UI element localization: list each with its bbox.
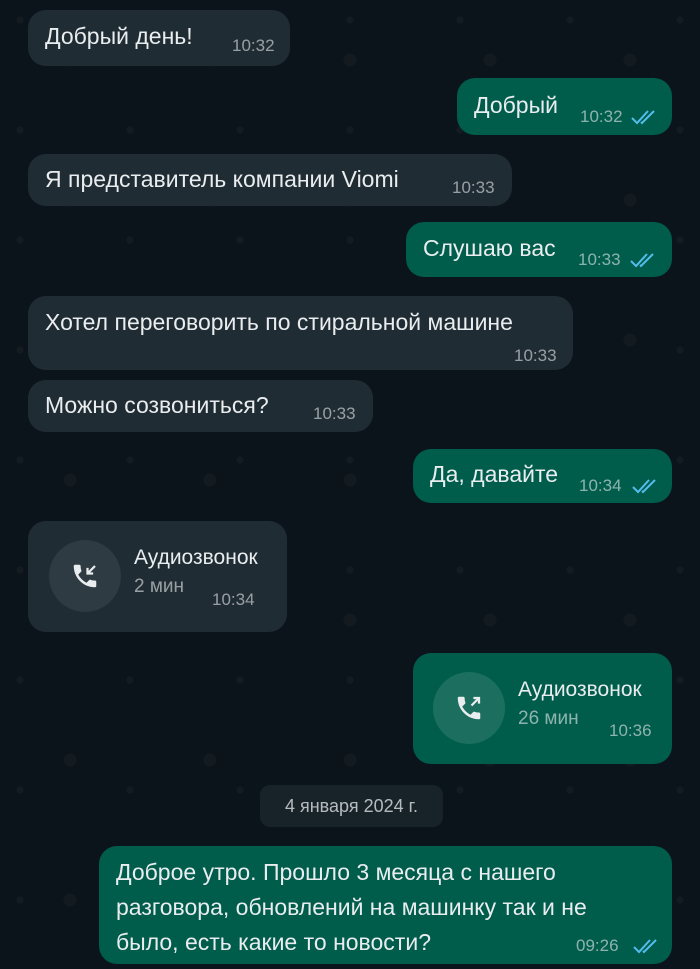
- call-title: Аудиозвонок: [518, 678, 642, 701]
- message-text: Доброе утро. Прошло 3 месяца с нашего ра…: [116, 859, 587, 955]
- message-time: 10:34: [579, 476, 622, 495]
- outgoing-call-icon: [457, 696, 481, 720]
- read-ticks-icon: [632, 479, 656, 494]
- date-separator: 4 января 2024 г.: [260, 785, 443, 827]
- incoming-call-icon: [73, 564, 97, 588]
- call-time: 10:34: [212, 590, 255, 609]
- call-icon-circle: [433, 672, 505, 744]
- message-bubble-incoming[interactable]: Добрый день! 10:32: [28, 10, 290, 66]
- message-text: Добрый: [474, 92, 558, 118]
- message-bubble-outgoing[interactable]: Доброе утро. Прошло 3 месяца с нашего ра…: [99, 846, 672, 964]
- message-text: Слушаю вас: [423, 235, 556, 261]
- read-ticks-icon: [633, 939, 657, 954]
- call-duration: 2 мин: [134, 576, 185, 597]
- message-time: 10:33: [313, 404, 356, 423]
- read-ticks-icon: [631, 110, 655, 125]
- message-time: 10:33: [514, 346, 557, 365]
- message-bubble-outgoing[interactable]: Слушаю вас 10:33: [406, 222, 672, 277]
- call-icon-circle: [49, 540, 121, 612]
- message-text: Я представитель компании Viomi: [45, 166, 399, 192]
- message-bubble-outgoing[interactable]: Добрый 10:32: [457, 78, 672, 135]
- call-bubble-incoming[interactable]: Аудиозвонок 2 мин 10:34: [28, 521, 287, 632]
- message-bubble-incoming[interactable]: Я представитель компании Viomi 10:33: [28, 154, 512, 206]
- message-time: 10:32: [580, 107, 623, 126]
- message-bubble-incoming[interactable]: Хотел переговорить по стиральной машине …: [28, 296, 573, 370]
- call-duration: 26 мин: [518, 708, 579, 729]
- read-ticks-icon: [630, 253, 654, 268]
- call-bubble-outgoing[interactable]: Аудиозвонок 26 мин 10:36: [413, 653, 672, 764]
- call-time: 10:36: [609, 721, 652, 740]
- call-title: Аудиозвонок: [134, 546, 258, 569]
- message-text: Да, давайте: [430, 461, 559, 487]
- message-time: 10:33: [452, 178, 495, 197]
- message-time: 09:26: [576, 936, 619, 955]
- message-text: Хотел переговорить по стиральной машине: [45, 309, 513, 335]
- message-bubble-outgoing[interactable]: Да, давайте 10:34: [413, 449, 672, 503]
- message-time: 10:33: [578, 250, 621, 269]
- message-text: Добрый день!: [45, 23, 193, 49]
- message-bubble-incoming[interactable]: Можно созвониться? 10:33: [28, 380, 373, 432]
- message-time: 10:32: [232, 36, 275, 55]
- message-text: Можно созвониться?: [45, 392, 269, 418]
